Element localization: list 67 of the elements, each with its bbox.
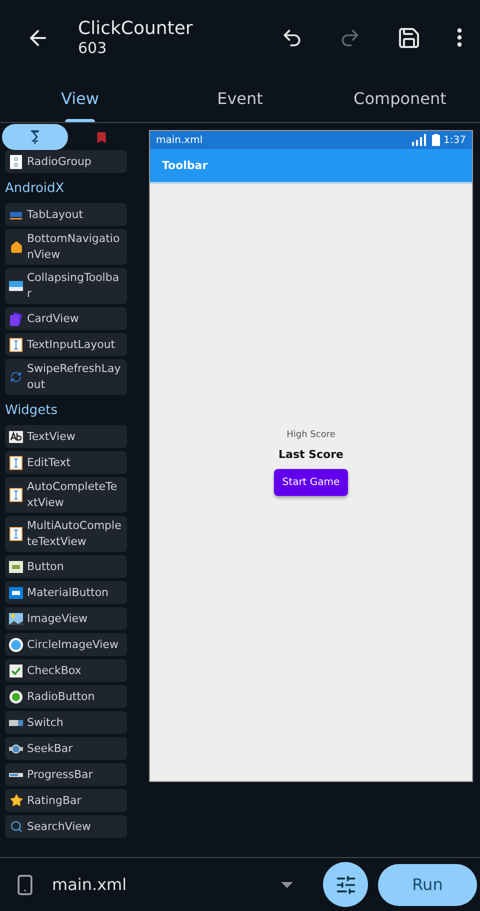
image-icon — [9, 612, 23, 626]
radio-group-icon — [9, 154, 23, 168]
clock: 1:37 — [444, 134, 466, 146]
section-heading: AndroidX — [5, 180, 66, 198]
star-icon — [9, 794, 23, 808]
run-button[interactable]: Run — [378, 864, 477, 906]
refresh-icon — [9, 370, 23, 384]
toolbar: Toolbar — [150, 149, 472, 184]
palette-item[interactable]: CircleImageView — [5, 633, 127, 656]
more-icon — [457, 28, 462, 47]
palette-item[interactable]: SwipeRefreshLayout — [5, 359, 127, 395]
palette-item[interactable]: Button — [5, 555, 127, 578]
palette-item[interactable]: RadioButton — [5, 685, 127, 708]
button-icon — [9, 560, 23, 574]
seekbar-icon — [9, 742, 23, 756]
project-subtitle: 603 — [78, 39, 108, 57]
palette-item[interactable]: TextView — [5, 425, 127, 448]
text-icon — [9, 430, 23, 444]
palette-item[interactable]: MultiAutoCompleteTextView — [5, 516, 127, 552]
palette-item[interactable]: SearchView — [5, 815, 127, 838]
palette-item[interactable]: EditText — [5, 451, 127, 474]
palette-item[interactable]: AutoCompleteTextView — [5, 477, 127, 513]
dropdown-caret-icon[interactable] — [281, 882, 293, 888]
button-icon — [9, 586, 23, 600]
save-icon — [397, 26, 421, 50]
file-dropdown[interactable]: main.xml — [52, 875, 271, 894]
palette-item[interactable]: ProgressBar — [5, 763, 127, 786]
palette-item[interactable]: Switch — [5, 711, 127, 734]
text-field-icon — [9, 456, 23, 470]
text-view: High Score — [286, 430, 336, 440]
palette-item[interactable]: SeekBar — [5, 737, 127, 760]
tab[interactable]: View — [0, 75, 160, 122]
text-field-icon — [9, 488, 23, 502]
search-icon — [9, 820, 23, 834]
palette-item[interactable]: CardView — [5, 307, 127, 330]
signal-icon — [412, 134, 428, 146]
home-icon — [9, 240, 23, 254]
start-game-button[interactable]: Start Game — [274, 468, 348, 496]
tab[interactable]: Component — [320, 75, 480, 122]
redo-icon — [339, 26, 361, 48]
checkbox-icon — [9, 664, 23, 678]
palette-item[interactable]: RadioGroup — [5, 150, 127, 173]
text-field-icon — [9, 527, 23, 541]
sliders-icon — [334, 874, 356, 896]
palette-item[interactable]: TabLayout — [5, 203, 127, 226]
project-title: ClickCounter — [78, 18, 194, 39]
palette-item[interactable]: TextInputLayout — [5, 333, 127, 356]
toolbar-icon — [9, 279, 23, 293]
palette-item[interactable]: CollapsingToolbar — [5, 268, 127, 304]
palette-item[interactable]: MaterialButton — [5, 581, 127, 604]
bookmark-icon — [94, 130, 108, 144]
battery-icon — [432, 134, 440, 146]
radio-icon — [9, 690, 23, 704]
tab[interactable]: Event — [160, 75, 320, 122]
palette-item[interactable]: BottomNavigationView — [5, 229, 127, 265]
undo-icon — [281, 26, 303, 48]
palette-item[interactable]: CheckBox — [5, 659, 127, 682]
text-view: Last Score — [278, 448, 344, 460]
palette-item[interactable]: RatingBar — [5, 789, 127, 812]
settings-button[interactable] — [323, 862, 368, 907]
text-field-icon — [9, 338, 23, 352]
cards-icon — [9, 312, 23, 326]
image-icon — [9, 638, 23, 652]
palette-button[interactable] — [2, 124, 68, 150]
file-name: main.xml — [156, 134, 203, 146]
palette-item[interactable]: ImageView — [5, 607, 127, 630]
section-heading: Widgets — [5, 402, 59, 420]
